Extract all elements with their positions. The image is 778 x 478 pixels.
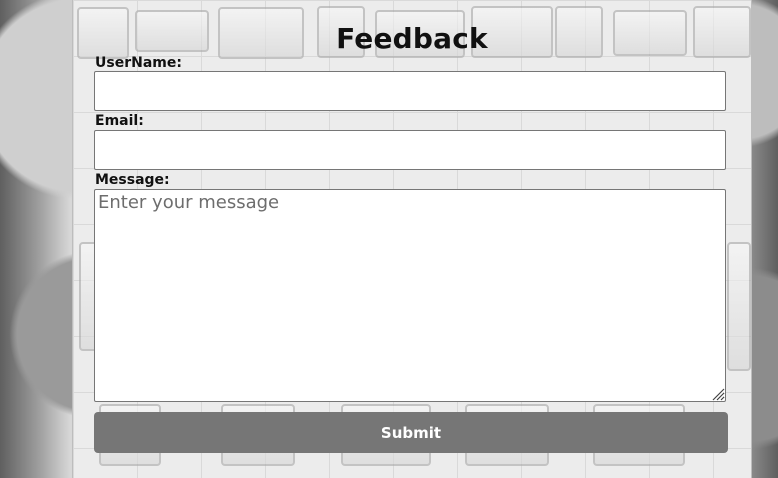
email-label: Email: — [95, 113, 144, 129]
email-input[interactable] — [94, 130, 726, 170]
submit-button[interactable]: Submit — [94, 412, 728, 453]
feedback-panel: Feedback UserName: Email: Message: Submi… — [72, 0, 752, 478]
page-title: Feedback — [336, 22, 488, 55]
message-label: Message: — [95, 172, 170, 188]
printer-illustration — [727, 242, 751, 371]
username-input[interactable] — [94, 71, 726, 111]
message-textarea[interactable] — [94, 189, 726, 402]
username-label: UserName: — [95, 55, 182, 71]
